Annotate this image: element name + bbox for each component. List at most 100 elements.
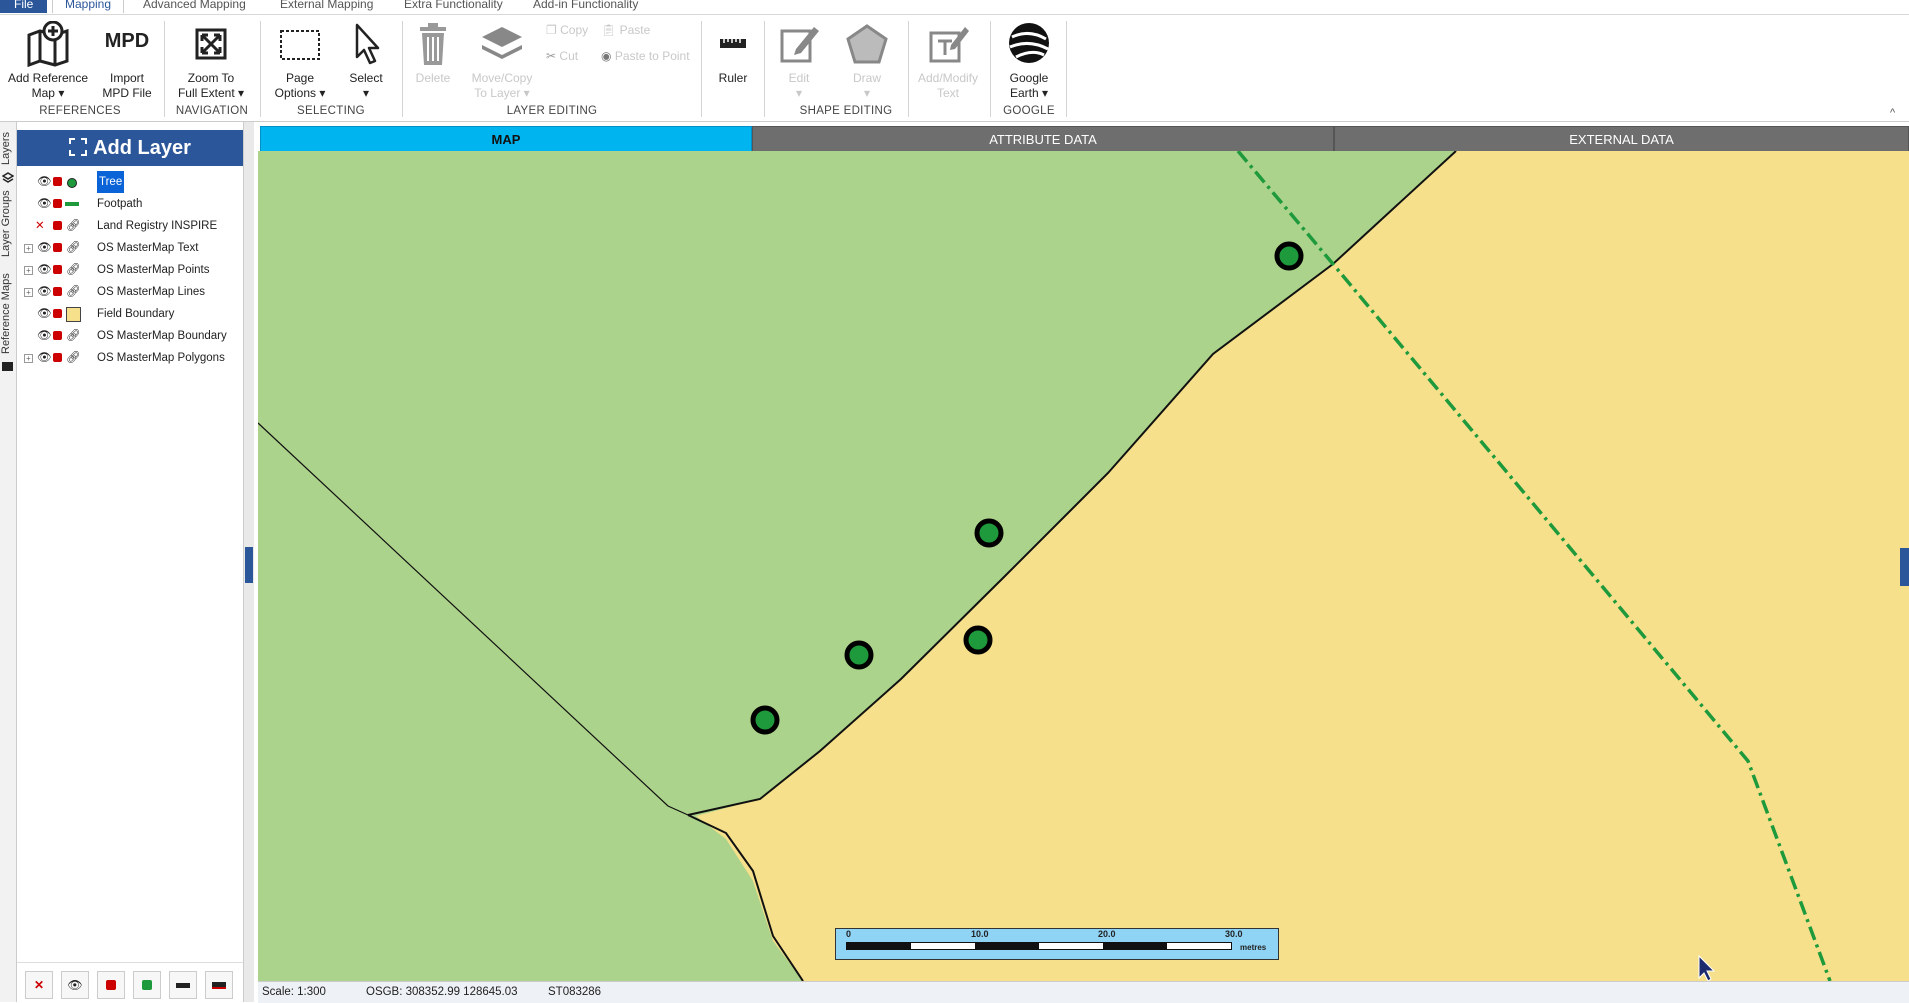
lock-icon[interactable] bbox=[53, 199, 62, 208]
show-all-button[interactable]: 👁︎ bbox=[61, 971, 89, 999]
layer-name[interactable]: OS MasterMap Polygons bbox=[97, 347, 225, 369]
add-layer-button[interactable]: Add Layer bbox=[17, 130, 243, 166]
eye-icon[interactable]: 👁︎ bbox=[37, 259, 52, 281]
label-on-button[interactable] bbox=[169, 971, 197, 999]
expand-icon[interactable]: + bbox=[24, 266, 33, 275]
layer-name[interactable]: Land Registry INSPIRE bbox=[97, 215, 217, 237]
layer-name[interactable]: OS MasterMap Text bbox=[97, 237, 198, 259]
label-icon bbox=[176, 982, 190, 988]
eye-icon[interactable]: 👁︎ bbox=[37, 325, 52, 347]
ruler-button[interactable]: Ruler bbox=[708, 21, 758, 86]
tab-extra-functionality[interactable]: Extra Functionality bbox=[404, 0, 503, 13]
unlock-all-button[interactable] bbox=[133, 971, 161, 999]
delete-button[interactable]: Delete bbox=[408, 21, 458, 86]
tree-point bbox=[750, 705, 780, 735]
layer-tools-bar: ✕ 👁︎ bbox=[17, 962, 243, 1003]
layer-row-os-boundary[interactable]: 👁︎ 🔗︎ OS MasterMap Boundary bbox=[17, 325, 243, 347]
copy-button[interactable]: ❐ Copy bbox=[546, 23, 588, 37]
layer-name[interactable]: OS MasterMap Boundary bbox=[97, 325, 227, 347]
tab-external-mapping[interactable]: External Mapping bbox=[280, 0, 373, 13]
lock-icon[interactable] bbox=[53, 243, 62, 252]
move-label: Move/Copy bbox=[471, 71, 533, 85]
layer-row-os-text[interactable]: + 👁︎ 🔗︎ OS MasterMap Text bbox=[17, 237, 243, 259]
map-canvas[interactable]: 0 10.0 20.0 30.0 metres bbox=[258, 151, 1909, 981]
lock-icon[interactable] bbox=[53, 265, 62, 274]
tab-attribute-data[interactable]: ATTRIBUTE DATA bbox=[752, 126, 1334, 151]
layers-panel: Add Layer 👁︎ Tree 👁︎ Footpath ✕ 🔗︎ Land … bbox=[17, 122, 244, 1002]
eye-icon[interactable]: 👁︎ bbox=[37, 281, 52, 303]
lock-icon[interactable] bbox=[53, 331, 62, 340]
draw-button[interactable]: Draw ▾ bbox=[838, 21, 896, 101]
right-panel-handle[interactable] bbox=[1900, 548, 1909, 586]
label-off-button[interactable] bbox=[205, 971, 233, 999]
side-tab-layer-groups[interactable]: Layer Groups bbox=[0, 188, 16, 260]
side-tab-reference-maps[interactable]: Reference Maps bbox=[0, 270, 16, 358]
layer-row-field-boundary[interactable]: 👁︎ Field Boundary bbox=[17, 303, 243, 325]
eye-icon[interactable]: 👁︎ bbox=[37, 303, 52, 325]
import-mpd-button[interactable]: MPD Import MPD File bbox=[98, 21, 156, 101]
eye-icon[interactable]: 👁︎ bbox=[37, 171, 52, 193]
tab-file[interactable]: File bbox=[0, 0, 48, 13]
lock-all-button[interactable] bbox=[97, 971, 125, 999]
edit-label-2: ▾ bbox=[795, 86, 803, 100]
hidden-eye-icon[interactable]: ✕ bbox=[35, 215, 45, 237]
lock-icon[interactable] bbox=[53, 177, 62, 186]
footpath-line bbox=[1236, 151, 1832, 981]
lock-icon[interactable] bbox=[53, 221, 62, 230]
link-icon: 🔗︎ bbox=[66, 330, 81, 342]
lock-icon[interactable] bbox=[53, 287, 62, 296]
tab-mapping[interactable]: Mapping bbox=[52, 0, 125, 13]
layer-row-tree[interactable]: 👁︎ Tree bbox=[17, 171, 243, 193]
layer-row-land-registry[interactable]: ✕ 🔗︎ Land Registry INSPIRE bbox=[17, 215, 243, 237]
scale-bar-segments bbox=[846, 942, 1232, 950]
tab-map[interactable]: MAP bbox=[260, 126, 752, 151]
layer-row-footpath[interactable]: 👁︎ Footpath bbox=[17, 193, 243, 215]
group-label-layer-editing: LAYER EDITING bbox=[506, 105, 598, 117]
lock-icon[interactable] bbox=[53, 353, 62, 362]
select-label: Select bbox=[349, 71, 383, 85]
paste-button[interactable]: 📋︎ Paste bbox=[601, 23, 650, 37]
add-reference-map-button[interactable]: Add Reference Map ▾ bbox=[4, 21, 92, 101]
side-tab-layers[interactable]: Layers bbox=[0, 128, 16, 168]
panel-splitter[interactable] bbox=[244, 122, 254, 1002]
layer-name[interactable]: Field Boundary bbox=[97, 303, 174, 325]
tab-addin-functionality[interactable]: Add-in Functionality bbox=[533, 0, 638, 13]
move-copy-to-layer-button[interactable]: Move/Copy To Layer ▾ bbox=[462, 21, 542, 101]
expand-icon[interactable]: + bbox=[24, 354, 33, 363]
tab-advanced-mapping[interactable]: Advanced Mapping bbox=[143, 0, 246, 13]
layer-row-os-polygons[interactable]: + 👁︎ 🔗︎ OS MasterMap Polygons bbox=[17, 347, 243, 369]
line-symbol-icon bbox=[65, 202, 79, 206]
add-modify-text-button[interactable]: Add/Modify Text bbox=[912, 21, 984, 101]
page-options-button[interactable]: Page Options ▾ bbox=[266, 21, 334, 101]
select-button[interactable]: Select ▾ bbox=[340, 21, 392, 101]
add-reference-label-2: Map ▾ bbox=[31, 86, 65, 100]
eye-icon[interactable]: 👁︎ bbox=[37, 237, 52, 259]
collapse-panel-handle[interactable] bbox=[245, 547, 253, 583]
eye-icon[interactable]: 👁︎ bbox=[37, 193, 52, 215]
select-label-2: ▾ bbox=[362, 86, 370, 100]
tab-external-data[interactable]: EXTERNAL DATA bbox=[1334, 126, 1909, 151]
layer-row-os-points[interactable]: + 👁︎ 🔗︎ OS MasterMap Points bbox=[17, 259, 243, 281]
lock-icon[interactable] bbox=[53, 309, 62, 318]
collapse-ribbon-icon[interactable]: ^ bbox=[1890, 107, 1895, 119]
eye-icon[interactable]: 👁︎ bbox=[37, 347, 52, 369]
zoom-label: Zoom To bbox=[187, 71, 235, 85]
google-earth-button[interactable]: Google Earth ▾ bbox=[996, 21, 1062, 101]
layer-name[interactable]: Tree bbox=[97, 171, 125, 193]
zoom-full-extent-button[interactable]: Zoom To Full Extent ▾ bbox=[170, 21, 252, 101]
hide-all-button[interactable]: ✕ bbox=[25, 971, 53, 999]
expand-icon[interactable]: + bbox=[24, 244, 33, 253]
layer-name[interactable]: OS MasterMap Lines bbox=[97, 281, 205, 303]
link-icon: 🔗︎ bbox=[66, 242, 81, 254]
layer-row-os-lines[interactable]: + 👁︎ 🔗︎ OS MasterMap Lines bbox=[17, 281, 243, 303]
paste-to-point-button[interactable]: ◉ Paste to Point bbox=[601, 49, 690, 63]
edit-button[interactable]: Edit ▾ bbox=[770, 21, 828, 101]
expand-icon[interactable]: + bbox=[24, 288, 33, 297]
group-label-references: REFERENCES bbox=[39, 105, 121, 117]
layer-name[interactable]: Footpath bbox=[97, 193, 142, 215]
cut-button[interactable]: ✂ Cut bbox=[546, 49, 578, 63]
cut-label: Cut bbox=[559, 49, 579, 63]
group-separator bbox=[1066, 21, 1067, 117]
layer-name[interactable]: OS MasterMap Points bbox=[97, 259, 209, 281]
lock-icon bbox=[106, 980, 116, 990]
